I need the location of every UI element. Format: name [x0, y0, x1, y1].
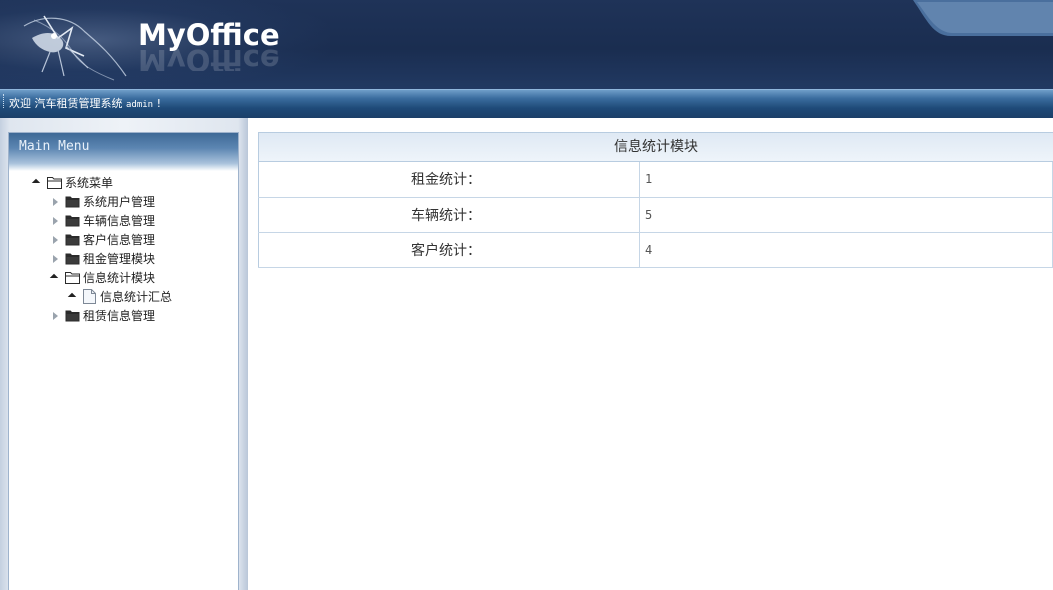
- tree-item-label: 系统用户管理: [83, 195, 156, 209]
- tree-item-label: 信息统计汇总: [100, 290, 173, 304]
- expanded-arrow-icon[interactable]: [67, 291, 79, 303]
- folder-icon: [65, 310, 80, 322]
- tree-item-rent-management[interactable]: 租金管理模块: [49, 249, 155, 268]
- tree-item-vehicle-info-management[interactable]: 车辆信息管理: [49, 211, 155, 230]
- main-menu: Main Menu 系统菜单 系统用户管理 车辆信息管理 客户信息管理 租金管理…: [8, 132, 239, 590]
- collapsed-arrow-icon[interactable]: [49, 215, 61, 227]
- main-content: 信息统计模块 租金统计： 1 车辆统计： 5 客户统计： 4: [248, 118, 1053, 590]
- expanded-arrow-icon[interactable]: [49, 272, 61, 284]
- menu-tree: 系统菜单 系统用户管理 车辆信息管理 客户信息管理 租金管理模块 信息统计模块 …: [9, 171, 238, 323]
- folder-icon: [65, 215, 80, 227]
- tree-item-label: 系统菜单: [65, 176, 114, 190]
- current-user: admin: [126, 100, 154, 110]
- statistics-table: 租金统计： 1 车辆统计： 5 客户统计： 4: [258, 162, 1053, 268]
- tree-item-system-user-management[interactable]: 系统用户管理: [49, 192, 155, 211]
- app-header: MyOffice MyOffice: [0, 0, 1053, 89]
- collapsed-arrow-icon[interactable]: [49, 234, 61, 246]
- header-tab-decoration: [913, 0, 1053, 36]
- collapsed-arrow-icon[interactable]: [49, 310, 61, 322]
- stat-label: 车辆统计：: [258, 197, 640, 233]
- collapsed-arrow-icon[interactable]: [49, 253, 61, 265]
- tree-item-statistics-module[interactable]: 信息统计模块: [49, 268, 155, 287]
- module-title: 信息统计模块: [258, 132, 1053, 162]
- tree-item-label: 信息统计模块: [83, 271, 156, 285]
- tree-item-statistics-summary[interactable]: 信息统计汇总: [67, 287, 172, 306]
- expanded-arrow-icon[interactable]: [31, 177, 43, 189]
- tree-item-label: 车辆信息管理: [83, 214, 156, 228]
- folder-icon: [65, 196, 80, 208]
- stat-label: 客户统计：: [258, 232, 640, 268]
- app-logo-text: MyOffice: [138, 18, 280, 52]
- tree-item-customer-info-management[interactable]: 客户信息管理: [49, 230, 155, 249]
- welcome-prefix: 欢迎 汽车租赁管理系统: [9, 97, 126, 110]
- stat-value: 5: [639, 197, 1053, 233]
- welcome-message: 欢迎 汽车租赁管理系统 admin !: [9, 95, 161, 111]
- tree-item-label: 租金管理模块: [83, 252, 156, 266]
- file-icon: [83, 289, 96, 304]
- table-row: 租金统计： 1: [258, 162, 1053, 198]
- welcome-bar: 欢迎 汽车租赁管理系统 admin !: [0, 89, 1053, 118]
- welcome-suffix: !: [153, 97, 161, 110]
- open-folder-icon: [65, 272, 80, 284]
- tree-item-label: 租赁信息管理: [83, 309, 156, 323]
- open-folder-icon: [47, 177, 62, 189]
- folder-icon: [65, 234, 80, 246]
- tree-item-label: 客户信息管理: [83, 233, 156, 247]
- table-row: 车辆统计： 5: [258, 197, 1053, 233]
- grip-handle: [3, 94, 6, 108]
- app-logo-reflection: MyOffice: [138, 49, 280, 71]
- stat-value: 1: [639, 162, 1053, 198]
- table-row: 客户统计： 4: [258, 232, 1053, 268]
- tree-item-rental-info-management[interactable]: 租赁信息管理: [49, 306, 155, 325]
- collapsed-arrow-icon[interactable]: [49, 196, 61, 208]
- stat-value: 4: [639, 232, 1053, 268]
- logo-icon: [23, 15, 127, 81]
- tree-item-system-menu[interactable]: 系统菜单: [31, 173, 113, 192]
- folder-icon: [65, 253, 80, 265]
- stat-label: 租金统计：: [258, 162, 640, 198]
- main-menu-title: Main Menu: [9, 133, 238, 171]
- sidebar: Main Menu 系统菜单 系统用户管理 车辆信息管理 客户信息管理 租金管理…: [0, 118, 248, 590]
